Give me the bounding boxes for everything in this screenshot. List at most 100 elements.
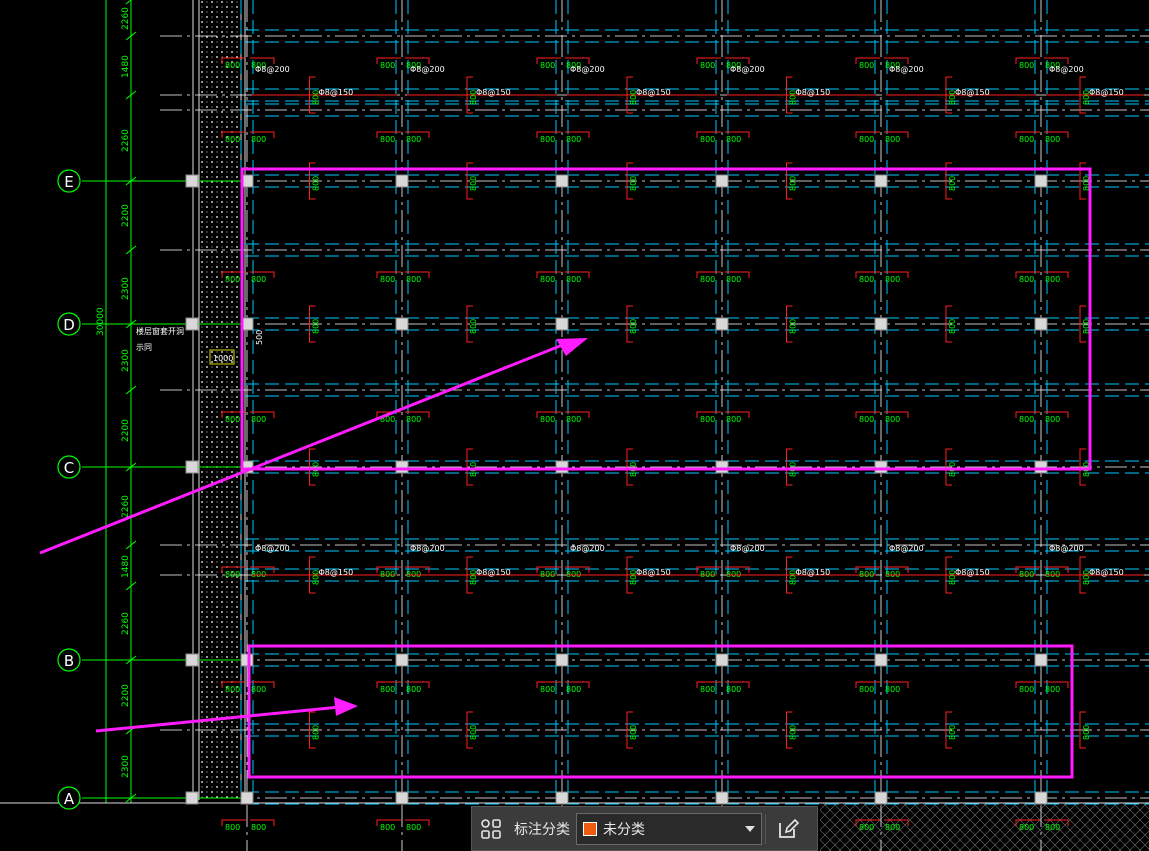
dim-800-label: 800	[540, 135, 555, 144]
dim-800-label: 800	[885, 135, 900, 144]
edit-icon	[779, 818, 800, 838]
axis-label-c: C	[64, 459, 74, 477]
dim-800-label-vertical: 800	[629, 176, 638, 191]
column-marker	[555, 174, 569, 188]
dim-800-label: 800	[726, 135, 741, 144]
column-marker	[555, 653, 569, 667]
dimension-value: 2200	[121, 684, 131, 707]
dim-800-label: 800	[225, 685, 240, 694]
category-select[interactable]: 未分类	[576, 812, 762, 845]
grid-classify-icon	[481, 818, 501, 839]
dim-800-label: 800	[726, 275, 741, 284]
classify-label: 标注分类	[514, 821, 570, 838]
rebar-spacing-label: Φ8@200	[410, 65, 445, 74]
rebar-spacing-label: Φ8@150	[636, 88, 671, 97]
column-marker	[874, 653, 888, 667]
dim-800-label: 800	[700, 275, 715, 284]
dim-800-label: 800	[885, 415, 900, 424]
dim-800-label: 800	[540, 685, 555, 694]
column-marker	[395, 653, 409, 667]
rebar-spacing-label: Φ8@200	[889, 544, 924, 553]
rebar-spacing-label: Φ8@200	[730, 65, 765, 74]
dim-800-label: 800	[726, 415, 741, 424]
dim-800-label: 800	[566, 275, 581, 284]
dim-500-label: 500	[255, 330, 264, 345]
category-color-swatch	[583, 821, 597, 836]
edit-button[interactable]	[769, 807, 807, 851]
dim-800-label: 800	[406, 415, 421, 424]
cad-drawing-canvas[interactable]: 800 800 800 800 800 800 800 800 800 800 800 800 800 8…	[0, 0, 1149, 851]
dim-800-label: 800	[566, 415, 581, 424]
arrow-shaft-upper	[39, 340, 571, 555]
dim-800-label: 800	[540, 415, 555, 424]
column-marker	[185, 791, 199, 805]
dim-1000-label: 1000	[213, 354, 233, 363]
dimension-value: 1480	[121, 55, 131, 78]
classify-button[interactable]	[472, 807, 510, 851]
dim-800-label: 800	[251, 823, 266, 832]
dim-800-label: 800	[540, 61, 555, 70]
chevron-down-icon	[745, 825, 755, 832]
column-marker	[1034, 174, 1048, 188]
dim-800-label: 800	[225, 61, 240, 70]
dimension-value: 1480	[121, 555, 131, 578]
dim-800-label: 800	[700, 685, 715, 694]
dim-800-label: 800	[859, 275, 874, 284]
column-marker	[874, 174, 888, 188]
arrow-head-lower	[334, 697, 358, 716]
dim-800-label: 800	[726, 685, 741, 694]
rebar-spacing-label: Φ8@150	[476, 568, 511, 577]
rebar-spacing-label: Φ8@150	[319, 88, 354, 97]
dim-800-label-vertical: 800	[789, 319, 798, 334]
dim-800-label: 800	[1019, 685, 1034, 694]
axis-labels-layer: E D C B A	[57, 169, 81, 810]
rebar-spacing-label: Φ8@200	[255, 544, 290, 553]
rebar-spacing-label: Φ8@200	[1049, 65, 1084, 74]
opening-note-label: 楼层窗套开洞	[136, 326, 184, 336]
column-marker	[185, 174, 199, 188]
annotation-toolbar: 标注分类 未分类	[471, 806, 818, 851]
dim-800-label: 800	[859, 823, 874, 832]
column-marker	[240, 653, 254, 667]
column-marker	[1034, 460, 1048, 474]
dimension-value: 2300	[121, 277, 131, 300]
wall-hatch-layer	[192, 0, 1149, 851]
category-select-value: 未分类	[603, 821, 645, 838]
column-marker	[395, 317, 409, 331]
rebar-spacing-label: Φ8@200	[570, 544, 605, 553]
dim-800-label: 800	[1045, 415, 1060, 424]
dimension-value: 2200	[121, 419, 131, 442]
dim-800-label-vertical: 800	[312, 319, 321, 334]
dim-800-label-vertical: 800	[629, 725, 638, 740]
dim-800-label: 800	[859, 415, 874, 424]
column-marker	[1034, 653, 1048, 667]
dim-800-label: 800	[380, 685, 395, 694]
dim-800-label: 800	[1045, 275, 1060, 284]
rebar-spacing-label: Φ8@150	[796, 568, 831, 577]
dim-800-label: 800	[1045, 685, 1060, 694]
dim-800-label-vertical: 800	[312, 176, 321, 191]
column-marker	[715, 460, 729, 474]
rebar-spacing-label: Φ8@150	[476, 88, 511, 97]
rebar-annotations-layer: 800 800 800 800 800 800 800 800 800 800 800 800 800 8…	[221, 57, 1144, 832]
dim-800-label: 800	[540, 570, 555, 579]
column-marker	[1034, 317, 1048, 331]
dim-800-label: 800	[251, 415, 266, 424]
dim-800-label: 800	[700, 415, 715, 424]
column-marker	[395, 791, 409, 805]
column-marker	[395, 174, 409, 188]
rebar-spacing-label: Φ8@150	[1089, 568, 1124, 577]
dim-800-label: 800	[225, 275, 240, 284]
dim-800-label: 800	[566, 135, 581, 144]
dimension-value: 2260	[121, 612, 131, 635]
dim-800-label: 800	[1045, 823, 1060, 832]
dim-800-label: 800	[1019, 61, 1034, 70]
dim-800-label: 800	[406, 823, 421, 832]
axis-label-a: A	[64, 790, 75, 808]
rebar-spacing-label: Φ8@200	[570, 65, 605, 74]
dim-800-label-vertical: 800	[469, 725, 478, 740]
column-marker	[555, 460, 569, 474]
column-marker	[874, 317, 888, 331]
rebar-spacing-label: Φ8@200	[410, 544, 445, 553]
wall-hatch	[199, 0, 241, 800]
